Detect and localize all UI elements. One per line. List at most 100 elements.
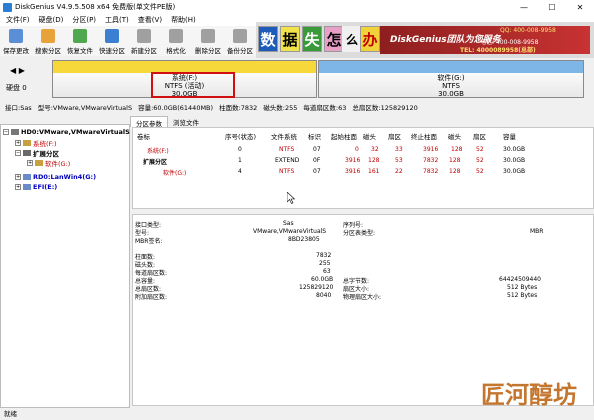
disk-nav-arrows[interactable]: ◀ ▶ <box>10 66 25 75</box>
partition-block-system[interactable]: 系统(F:) NTFS (活动) 30.0GB <box>52 60 317 98</box>
menu-partition[interactable]: 分区(P) <box>72 15 96 25</box>
cell-label[interactable]: 扩展分区 <box>143 157 167 166</box>
expand-icon[interactable]: + <box>27 160 33 166</box>
cell-fs: NTFS <box>279 168 295 175</box>
close-button[interactable]: ✕ <box>566 0 594 14</box>
partition-size: 30.0GB <box>171 90 198 98</box>
banner-ad-panel: DiskGenius团队为您服务 QQ: 400-008-9958 电话: 40… <box>380 26 590 54</box>
save-changes-button[interactable]: 保存更改 <box>0 26 32 56</box>
banner-tel: TEL: 4000089958(总部) <box>460 47 536 54</box>
ad-banner[interactable]: 数 据 失 怎 么 办 DiskGenius团队为您服务 QQ: 400-008… <box>256 22 594 58</box>
tree-item-extended[interactable]: − 扩展分区 <box>15 148 59 158</box>
info-sectors-per-track: 每道扇区数:63 <box>303 103 347 112</box>
cell-start-cyl: 0 <box>355 146 359 153</box>
partition-icon <box>23 140 31 146</box>
tree-item-software[interactable]: + 软件(G:) <box>27 158 70 168</box>
tab-browse-files[interactable]: 浏览文件 <box>168 116 204 127</box>
minimize-button[interactable]: — <box>510 0 538 14</box>
col-header[interactable]: 扇区 <box>388 131 401 141</box>
search-icon <box>41 29 55 43</box>
toolbar: 保存更改 搜索分区 恢复文件 快速分区 新建分区 格式化 删除分区 备份分区 <box>0 26 256 56</box>
info-interface: 接口:Sas <box>5 103 32 112</box>
banner-char: 么 <box>342 26 362 52</box>
disk-tree: − HD0:VMware,VMwareVirtualS + 系统(F:) − 扩… <box>0 124 130 408</box>
new-partition-button[interactable]: 新建分区 <box>128 26 160 56</box>
cell-fs: EXTEND <box>275 157 300 164</box>
tree-item-efi[interactable]: + EFI(E:) <box>15 183 57 191</box>
partition-icon <box>23 150 31 156</box>
info-model: 型号:VMware,VMwareVirtualS <box>37 103 133 112</box>
cell-index: 4 <box>238 168 242 175</box>
menu-view[interactable]: 查看(V) <box>138 15 162 25</box>
app-icon <box>3 2 12 12</box>
cell-id: 07 <box>313 146 321 153</box>
tab-strip: 分区参数 浏览文件 <box>130 116 204 128</box>
col-header[interactable]: 起始柱面 <box>331 131 357 141</box>
tree-label: RD0:LanWin4(G:) <box>33 173 97 181</box>
col-header[interactable]: 卷标 <box>137 131 150 141</box>
partition-block-software[interactable]: 软件(G:) NTFS 30.0GB <box>318 60 584 98</box>
detail-value: 60.0GB <box>311 276 334 283</box>
recover-files-button[interactable]: 恢复文件 <box>64 26 96 56</box>
partition-fs: NTFS <box>442 82 460 90</box>
partition-table: 卷标 序号(状态) 文件系统 标识 起始柱面 磁头 扇区 终止柱面 磁头 扇区 … <box>132 127 594 209</box>
cell-label[interactable]: 软件(G:) <box>163 168 186 177</box>
detail-label: 附加扇区数: <box>135 294 168 301</box>
col-header[interactable]: 序号(状态) <box>225 131 256 141</box>
menu-tools[interactable]: 工具(T) <box>105 15 129 25</box>
cell-start-head: 161 <box>368 168 380 175</box>
col-header[interactable]: 终止柱面 <box>411 131 437 141</box>
tab-partition-params[interactable]: 分区参数 <box>130 116 168 128</box>
detail-value: MBR <box>530 228 544 235</box>
cell-id: 0F <box>313 157 321 164</box>
drive-icon <box>23 174 31 180</box>
banner-char: 数 <box>258 26 278 52</box>
tree-item-system[interactable]: + 系统(F:) <box>15 138 57 148</box>
detail-label: MBR签名: <box>135 238 163 245</box>
cell-end-sector: 52 <box>476 157 484 164</box>
cell-start-sector: 22 <box>395 168 403 175</box>
menu-disk[interactable]: 硬盘(D) <box>39 15 64 25</box>
col-header[interactable]: 扇区 <box>473 131 486 141</box>
banner-qq: QQ: 400-008-9958 <box>500 27 556 34</box>
partition-text: 系统(F:) NTFS (活动) 30.0GB <box>53 74 316 98</box>
collapse-icon[interactable]: − <box>3 129 9 135</box>
expand-icon[interactable]: + <box>15 184 21 190</box>
col-header[interactable]: 标识 <box>308 131 321 141</box>
col-header[interactable]: 容量 <box>503 131 516 141</box>
detail-value: 64424509440 <box>499 276 541 283</box>
menu-help[interactable]: 帮助(H) <box>171 15 196 25</box>
detail-value: 63 <box>323 268 331 275</box>
banner-char: 据 <box>280 26 300 52</box>
tree-item-disk[interactable]: − HD0:VMware,VMwareVirtualS <box>3 128 130 136</box>
detail-label: 物理扇区大小: <box>343 294 382 301</box>
detail-value: 512 Bytes <box>507 284 538 291</box>
tree-label: 系统(F:) <box>33 140 57 148</box>
cell-label[interactable]: 系统(F:) <box>147 146 169 155</box>
menu-file[interactable]: 文件(F) <box>6 15 30 25</box>
disk-icon <box>11 129 19 135</box>
delete-icon <box>201 29 215 43</box>
search-partition-button[interactable]: 搜索分区 <box>32 26 64 56</box>
tree-label: 软件(G:) <box>45 160 71 168</box>
expand-icon[interactable]: + <box>15 140 21 146</box>
col-header[interactable]: 文件系统 <box>271 131 297 141</box>
detail-value: 255 <box>319 260 331 267</box>
format-button[interactable]: 格式化 <box>160 26 192 56</box>
maximize-button[interactable]: ☐ <box>538 0 566 14</box>
title-bar: DiskGenius V4.9.5.508 x64 免费版(单文件PE版) — … <box>0 0 594 14</box>
tree-item-ramdisk[interactable]: + RD0:LanWin4(G:) <box>15 173 96 181</box>
quick-partition-button[interactable]: 快速分区 <box>96 26 128 56</box>
cell-start-head: 32 <box>371 146 379 153</box>
delete-partition-button[interactable]: 删除分区 <box>192 26 224 56</box>
col-header[interactable]: 磁头 <box>448 131 461 141</box>
collapse-icon[interactable]: − <box>15 150 21 156</box>
col-header[interactable]: 磁头 <box>363 131 376 141</box>
cell-id: 07 <box>313 168 321 175</box>
backup-partition-button[interactable]: 备份分区 <box>224 26 256 56</box>
banner-char: 办 <box>360 26 380 52</box>
info-heads: 磁头数:255 <box>263 103 298 112</box>
expand-icon[interactable]: + <box>15 174 21 180</box>
tree-label: HD0:VMware,VMwareVirtualS <box>21 128 130 136</box>
new-partition-icon <box>137 29 151 43</box>
